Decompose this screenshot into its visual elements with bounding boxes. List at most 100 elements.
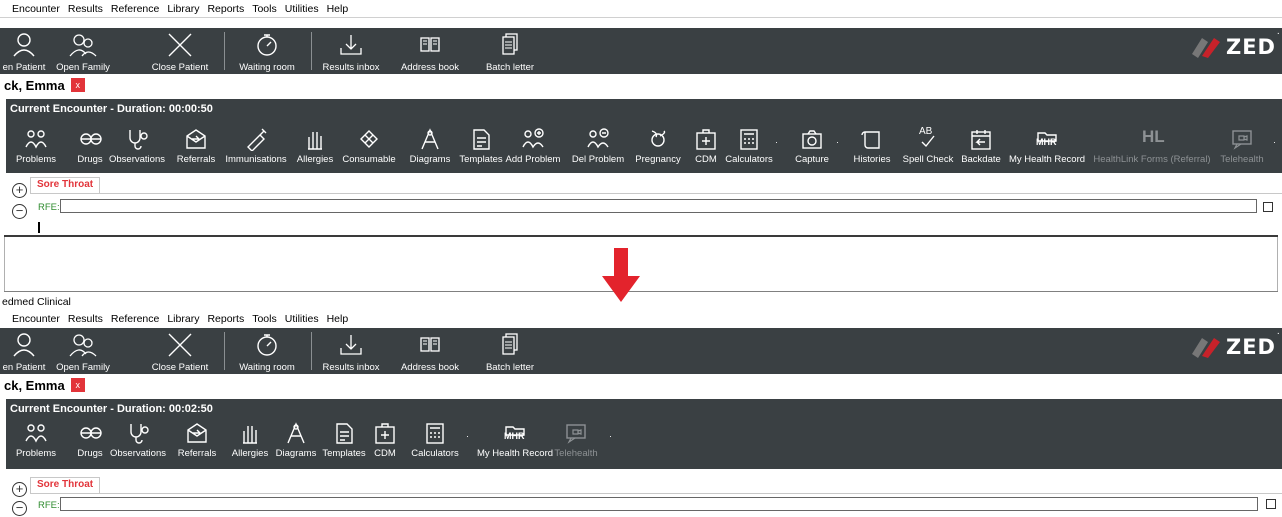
tab-sore-throat[interactable]: Sore Throat: [30, 177, 101, 193]
allergies-icon: [308, 132, 322, 150]
main-toolbar: en Patient Open Family Close Patient Wai…: [0, 328, 1282, 374]
menu-help[interactable]: Help: [327, 3, 349, 15]
rfe-input[interactable]: [60, 497, 1258, 511]
more-icon[interactable]: ·: [1277, 328, 1280, 339]
dropdown-arrow-icon[interactable]: ·: [836, 137, 839, 147]
close-patient-tab-button[interactable]: x: [70, 78, 85, 92]
waiting-room-button[interactable]: Waiting room: [234, 28, 300, 74]
expand-button[interactable]: +: [12, 482, 27, 497]
expand-button[interactable]: +: [12, 183, 27, 198]
capture-label: Capture: [795, 154, 829, 165]
tab-sore-throat[interactable]: Sore Throat: [30, 477, 101, 493]
patient-name[interactable]: ck, Emma: [4, 378, 65, 393]
menu-results[interactable]: Results: [68, 3, 103, 15]
menu-reference[interactable]: Reference: [111, 313, 159, 325]
pregnancy-icon: [651, 130, 666, 147]
menu-encounter[interactable]: Encounter: [12, 3, 60, 15]
drugs-icon: [80, 427, 102, 439]
toolbar-divider: [224, 32, 225, 70]
batch-letter-button[interactable]: Batch letter: [482, 28, 538, 74]
letter-stack-icon: [502, 333, 518, 355]
close-x-icon: [168, 333, 192, 357]
brand-logo: ZED: [1188, 34, 1276, 60]
dropdown-arrow-icon[interactable]: ·: [775, 137, 778, 147]
brand-name: ZED: [1225, 35, 1276, 59]
waiting-room-button[interactable]: Waiting room: [234, 328, 300, 374]
open-family-button[interactable]: Open Family: [56, 28, 110, 74]
open-family-button[interactable]: Open Family: [56, 328, 110, 374]
stopwatch-icon: [257, 34, 277, 56]
rfe-label: RFE:: [38, 500, 60, 511]
rfe-checkbox[interactable]: [1263, 202, 1273, 212]
open-patient-label: en Patient: [2, 362, 46, 373]
waiting-room-label: Waiting room: [239, 362, 295, 373]
mhr-badge: MHR: [1036, 137, 1057, 147]
pregnancy-label: Pregnancy: [635, 154, 681, 165]
menu-encounter[interactable]: Encounter: [12, 313, 60, 325]
dropdown-arrow-icon[interactable]: ·: [609, 431, 612, 441]
allergies-label: Allergies: [296, 154, 334, 165]
family-icon: [69, 34, 97, 57]
menu-library[interactable]: Library: [167, 313, 199, 325]
rfe-input[interactable]: [60, 199, 1257, 213]
close-patient-label: Close Patient: [151, 62, 209, 73]
address-book-button[interactable]: Address book: [396, 28, 464, 74]
capture-icon: [802, 130, 822, 149]
close-patient-tab-button[interactable]: x: [70, 378, 85, 392]
menu-results[interactable]: Results: [68, 313, 103, 325]
arrow-down-icon: [602, 248, 640, 302]
my-health-record-label: My Health Record: [476, 448, 554, 459]
more-icon[interactable]: ·: [1277, 28, 1280, 39]
patient-name[interactable]: ck, Emma: [4, 78, 65, 93]
templates-icon: [336, 423, 353, 444]
zed-logo-icon: [1191, 38, 1220, 58]
collapse-button[interactable]: −: [12, 501, 27, 516]
backdate-label: Backdate: [961, 154, 1001, 165]
open-patient-button[interactable]: en Patient: [2, 28, 46, 74]
open-patient-button[interactable]: en Patient: [2, 328, 46, 374]
calculators-icon: [740, 129, 758, 150]
calculators-icon: [426, 423, 444, 444]
menu-library[interactable]: Library: [167, 3, 199, 15]
rfe-checkbox[interactable]: [1266, 499, 1276, 509]
address-book-button[interactable]: Address book: [396, 328, 464, 374]
menu-utilities[interactable]: Utilities: [285, 313, 319, 325]
close-patient-button[interactable]: Close Patient: [150, 328, 210, 374]
encounter-title: Current Encounter - Duration: 00:02:50: [10, 403, 213, 415]
menu-help[interactable]: Help: [327, 313, 349, 325]
menu-tools[interactable]: Tools: [252, 313, 277, 325]
my-health-record-label: My Health Record: [1008, 154, 1086, 165]
allergies-label: Allergies: [231, 448, 269, 459]
dropdown-arrow-icon[interactable]: ·: [1273, 137, 1276, 147]
menu-reference[interactable]: Reference: [111, 3, 159, 15]
consumable-icon: [360, 130, 378, 148]
open-family-label: Open Family: [56, 62, 110, 73]
collapse-button[interactable]: −: [12, 204, 27, 219]
batch-letter-button[interactable]: Batch letter: [482, 328, 538, 374]
observations-label: Observations: [110, 448, 166, 459]
drugs-label: Drugs: [77, 448, 103, 459]
tab-underline: [30, 493, 1282, 494]
observations-icon: [129, 130, 148, 150]
menu-utilities[interactable]: Utilities: [285, 3, 319, 15]
main-toolbar: en Patient Open Family Close Patient Wai…: [0, 28, 1282, 74]
stopwatch-icon: [257, 334, 277, 356]
close-patient-button[interactable]: Close Patient: [150, 28, 210, 74]
del-problem-label: Del Problem: [571, 154, 625, 165]
window-title: edmed Clinical: [2, 296, 71, 308]
menu-reports[interactable]: Reports: [207, 3, 244, 15]
menu-bar: Encounter Results Reference Library Repo…: [0, 1, 1282, 18]
histories-label: Histories: [853, 154, 891, 165]
results-inbox-button[interactable]: Results inbox: [318, 28, 384, 74]
menu-tools[interactable]: Tools: [252, 3, 277, 15]
backdate-icon: [971, 130, 991, 150]
immunisations-icon: [247, 128, 267, 151]
allergies-icon: [243, 426, 257, 444]
results-inbox-label: Results inbox: [322, 62, 380, 73]
open-patient-label: en Patient: [2, 62, 46, 73]
inbox-icon: [340, 35, 362, 55]
dropdown-arrow-icon[interactable]: ·: [466, 431, 469, 441]
results-inbox-button[interactable]: Results inbox: [318, 328, 384, 374]
menu-reports[interactable]: Reports: [207, 313, 244, 325]
address-book-label: Address book: [400, 362, 460, 373]
